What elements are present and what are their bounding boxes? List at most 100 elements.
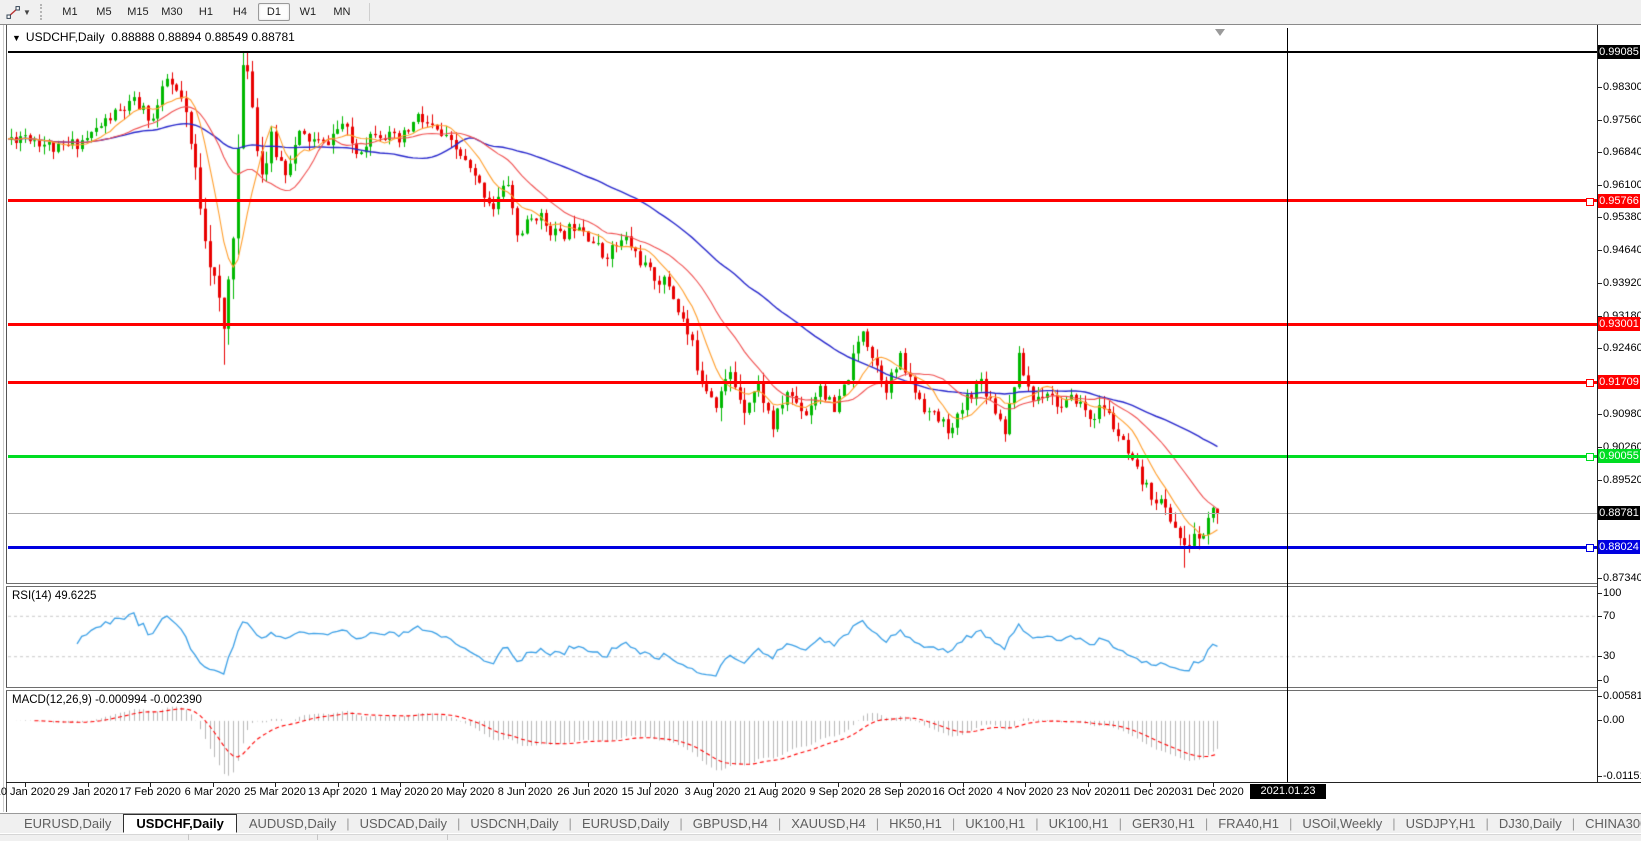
price-axis-tick: [1597, 151, 1602, 153]
chart-tab-usoil-weekly[interactable]: USOil,Weekly: [1292, 816, 1392, 831]
timeframe-button-h1[interactable]: H1: [190, 3, 222, 21]
time-axis-label: 13 Apr 2020: [307, 786, 368, 798]
chart-tab-dj30-daily[interactable]: DJ30,Daily: [1489, 816, 1572, 831]
time-axis-label: 20 May 2020: [430, 786, 495, 798]
chart-tab-usdchf-daily[interactable]: USDCHF,Daily: [123, 814, 237, 833]
time-axis-label: 11 Dec 2020: [1119, 786, 1181, 798]
time-axis-label: 16 Oct 2020: [932, 786, 993, 798]
chart-title-expand-icon[interactable]: ▼: [12, 33, 21, 43]
timeframe-button-m1[interactable]: M1: [54, 3, 86, 21]
current-price-line: [8, 513, 1597, 515]
timeframe-button-m30[interactable]: M30: [156, 3, 188, 21]
time-axis-label: 8 Jun 2020: [497, 786, 553, 798]
chart-plot-area[interactable]: [0, 0, 1641, 840]
rsi-axis-label: 70: [1603, 609, 1616, 622]
timeframe-button-m15[interactable]: M15: [122, 3, 154, 21]
line-handle-marker[interactable]: [1586, 544, 1594, 553]
chart-tab-uk100-h1[interactable]: UK100,H1: [1039, 816, 1119, 831]
application-window: ▼ M1 M5 M15 M30 H1 H4 D1 W1 MN ▼ USDCHF,Daily 0.8…: [0, 0, 1641, 841]
time-axis-label: 15 Jul 2020: [621, 786, 679, 798]
price-axis-tick: [1597, 185, 1602, 187]
macd-panel-divider[interactable]: [6, 687, 1597, 691]
rsi-axis-tick: [1597, 615, 1602, 617]
rsi-indicator-label: RSI(14) 49.6225: [12, 590, 97, 602]
macd-axis-tick: [1597, 775, 1602, 777]
time-axis-label: 29 Jan 2020: [57, 786, 118, 798]
time-axis-label: 4 Nov 2020: [996, 786, 1054, 798]
price-level-label: 0.88024: [1598, 540, 1640, 555]
time-axis-label: 10 Jan 2020: [0, 786, 56, 798]
chart-tab-audusd-daily[interactable]: AUDUSD,Daily: [239, 816, 346, 831]
chart-symbol-label: USDCHF,Daily: [25, 30, 105, 44]
timeframe-button-group: M1 M5 M15 M30 H1 H4 D1 W1 MN: [53, 3, 359, 21]
price-level-line[interactable]: [8, 454, 1597, 458]
price-axis-tick: [1597, 479, 1602, 481]
macd-axis-label: 0.00: [1603, 714, 1625, 727]
price-axis-label: 0.96840: [1603, 145, 1641, 158]
price-axis-tick: [1597, 446, 1602, 448]
chart-tab-eurusd-daily[interactable]: EURUSD,Daily: [572, 816, 679, 831]
price-level-label: 0.99085: [1598, 44, 1640, 59]
line-handle-marker[interactable]: [1586, 197, 1594, 206]
chart-bottom-border: [6, 782, 1641, 783]
toolbar-grip[interactable]: [39, 4, 47, 20]
chart-tab-gbpusd-h4[interactable]: GBPUSD,H4: [683, 816, 778, 831]
price-level-label: 0.95766: [1598, 193, 1640, 208]
price-axis-border: [1597, 25, 1598, 782]
status-bar-divider: [188, 834, 189, 840]
timeframe-button-h4[interactable]: H4: [224, 3, 256, 21]
timeframe-button-d1[interactable]: D1: [257, 3, 290, 21]
trendline-tool-icon[interactable]: [4, 3, 22, 21]
rsi-axis-tick: [1597, 656, 1602, 658]
toolbar-divider: [368, 3, 370, 21]
chart-shift-marker[interactable]: [1215, 29, 1225, 36]
toolbar: ▼ M1 M5 M15 M30 H1 H4 D1 W1 MN: [0, 0, 1641, 25]
chart-window-left-border-outer: [3, 25, 4, 812]
price-axis-tick: [1597, 414, 1602, 416]
price-axis-tick: [1597, 577, 1602, 579]
price-axis-label: 0.97560: [1603, 113, 1641, 126]
price-level-line[interactable]: [8, 545, 1597, 549]
chart-tab-uk100-h1[interactable]: UK100,H1: [955, 816, 1035, 831]
price-axis-label: 0.93920: [1603, 276, 1641, 289]
price-axis-label: 0.90980: [1603, 408, 1641, 421]
timeframe-button-m5[interactable]: M5: [88, 3, 120, 21]
rsi-axis-label: 30: [1603, 650, 1616, 663]
time-axis-label: 9 Sep 2020: [809, 786, 866, 798]
price-axis-tick: [1597, 217, 1602, 219]
line-handle-marker[interactable]: [1586, 453, 1594, 462]
current-price-label: 0.88781: [1598, 506, 1640, 521]
price-level-label: 0.93001: [1598, 317, 1640, 332]
chart-tab-china300-h1[interactable]: CHINA300,H1: [1575, 816, 1641, 831]
timeframe-button-mn[interactable]: MN: [326, 3, 358, 21]
chart-window-top-border: [0, 24, 1641, 25]
price-level-label: 0.90055: [1598, 449, 1640, 464]
rsi-panel-divider[interactable]: [6, 583, 1597, 587]
price-axis-tick: [1597, 348, 1602, 350]
chart-tab-usdcnh-daily[interactable]: USDCNH,Daily: [460, 816, 568, 831]
chart-tab-fra40-h1[interactable]: FRA40,H1: [1208, 816, 1289, 831]
time-axis-label: 23 Nov 2020: [1056, 786, 1119, 798]
chart-tab-bar: EURUSD,Daily USDCHF,Daily AUDUSD,Daily | USD…: [0, 813, 1641, 833]
price-level-line[interactable]: [8, 380, 1597, 384]
chart-tab-hk50-h1[interactable]: HK50,H1: [879, 816, 952, 831]
chart-tab-eurusd-daily[interactable]: EURUSD,Daily: [14, 816, 121, 831]
time-axis-label: 28 Sep 2020: [868, 786, 932, 798]
price-level-line[interactable]: [8, 322, 1597, 326]
rsi-axis-label: 0: [1603, 673, 1610, 686]
macd-axis-label: 0.005818: [1603, 689, 1641, 702]
chart-tab-ger30-h1[interactable]: GER30,H1: [1122, 816, 1205, 831]
chart-tab-xauusd-h4[interactable]: XAUUSD,H4: [781, 816, 875, 831]
line-handle-marker[interactable]: [1586, 379, 1594, 388]
macd-axis-label: -0.011514: [1603, 769, 1641, 782]
chart-tab-usdjpy-h1[interactable]: USDJPY,H1: [1396, 816, 1486, 831]
time-axis-label: 26 Jun 2020: [557, 786, 618, 798]
price-axis-label: 0.92460: [1603, 342, 1641, 355]
price-level-line[interactable]: [8, 199, 1597, 203]
chart-tab-usdcad-daily[interactable]: USDCAD,Daily: [350, 816, 457, 831]
macd-indicator-label: MACD(12,26,9) -0.000994 -0.002390: [12, 694, 202, 706]
tool-dropdown-icon[interactable]: ▼: [23, 8, 31, 17]
price-axis-label: 0.87340: [1603, 571, 1641, 584]
crosshair-vertical-line: [1287, 28, 1288, 782]
timeframe-button-w1[interactable]: W1: [292, 3, 324, 21]
